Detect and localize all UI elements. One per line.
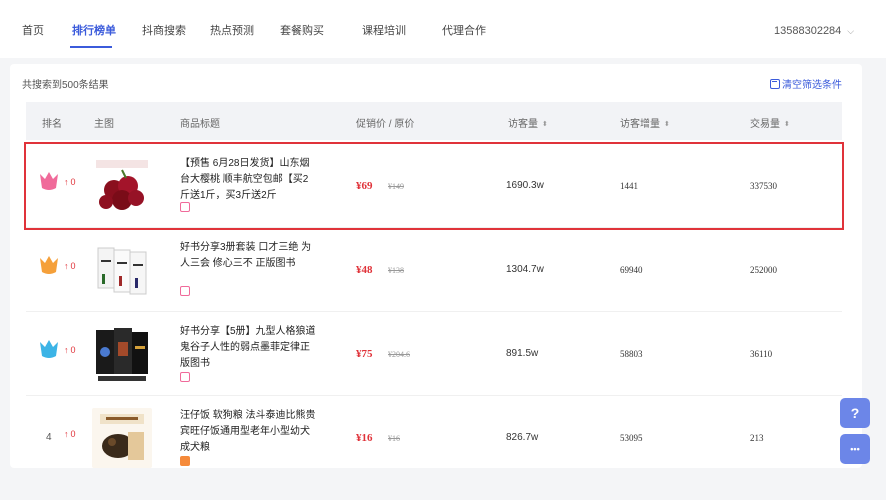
trend-indicator: ↑ 0 bbox=[64, 345, 76, 355]
visit-increase-value: 53095 bbox=[620, 433, 643, 443]
trades-value: 252000 bbox=[750, 265, 777, 275]
header-trades-label: 交易量 bbox=[750, 119, 780, 130]
product-title[interactable]: 【预售 6月28日发货】山东烟台大樱桃 顺丰航空包邮【买2斤送1斤，买3斤送2斤 bbox=[180, 156, 318, 204]
table-row[interactable]: 4 ↑ 0 汪仔饭 软狗粮 法斗泰迪比熊贵宾旺仔饭通用型老年小型幼犬成犬粮 ¥16… bbox=[26, 396, 842, 480]
up-arrow-icon: ↑ bbox=[64, 177, 69, 187]
trend-value: 0 bbox=[70, 177, 76, 187]
chat-icon: ••• bbox=[850, 444, 860, 454]
table-header: 排名 主图 商品标题 促销价 / 原价 访客量 ⬍ 访客增量 ⬍ 交易量 ⬍ bbox=[26, 102, 842, 140]
crown-badge-icon bbox=[40, 340, 58, 358]
sort-icon[interactable]: ⬍ bbox=[664, 120, 670, 128]
promo-price: ¥75 bbox=[356, 348, 373, 360]
product-title[interactable]: 好书分享3册套装 口才三绝 为人三会 修心三不 正版图书 bbox=[180, 240, 318, 272]
help-button[interactable]: ? bbox=[840, 398, 870, 428]
nav-item-agency[interactable]: 代理合作 bbox=[442, 24, 486, 38]
header-visits-label: 访客量 bbox=[508, 119, 538, 130]
trades-value: 337530 bbox=[750, 181, 777, 191]
header-visit-increase-label: 访客增量 bbox=[620, 119, 660, 130]
nav-item-trend-forecast[interactable]: 热点预测 bbox=[210, 24, 254, 38]
header-visits[interactable]: 访客量 ⬍ bbox=[508, 115, 548, 130]
shop-icon bbox=[180, 372, 190, 382]
results-card: 共搜索到500条结果 清空筛选条件 排名 主图 商品标题 促销价 / 原价 访客… bbox=[10, 64, 862, 468]
up-arrow-icon: ↑ bbox=[64, 261, 69, 271]
trades-value: 213 bbox=[750, 433, 764, 443]
nav-item-courses[interactable]: 课程培训 bbox=[362, 24, 406, 38]
nav-item-home[interactable]: 首页 bbox=[22, 24, 44, 38]
nav-item-seller-search[interactable]: 抖商搜索 bbox=[142, 24, 186, 38]
shop-icon bbox=[180, 202, 190, 212]
product-title[interactable]: 汪仔饭 软狗粮 法斗泰迪比熊贵宾旺仔饭通用型老年小型幼犬成犬粮 bbox=[180, 408, 318, 456]
trend-indicator: ↑ 0 bbox=[64, 429, 76, 439]
clear-filter-label: 清空筛选条件 bbox=[782, 80, 842, 91]
visits-value: 1304.7w bbox=[506, 264, 544, 275]
original-price: ¥204.6 bbox=[388, 350, 410, 359]
sort-icon[interactable]: ⬍ bbox=[542, 120, 548, 128]
header-visit-increase[interactable]: 访客增量 ⬍ bbox=[620, 115, 670, 130]
header-price: 促销价 / 原价 bbox=[356, 119, 415, 130]
user-menu[interactable]: 13588302284 ⌵ bbox=[774, 24, 854, 38]
header-trades[interactable]: 交易量 ⬍ bbox=[750, 115, 790, 130]
visit-increase-value: 1441 bbox=[620, 181, 638, 191]
promo-price: ¥69 bbox=[356, 180, 373, 192]
product-thumbnail[interactable] bbox=[92, 156, 152, 216]
visits-value: 826.7w bbox=[506, 432, 539, 443]
trash-icon bbox=[770, 78, 780, 89]
table-row[interactable]: ↑ 0 好书分享3册套装 口才三绝 为人三会 修心三不 正版图书 ¥48 ¥138… bbox=[26, 228, 842, 312]
user-phone: 13588302284 bbox=[774, 25, 842, 37]
header-rank: 排名 bbox=[42, 119, 62, 130]
up-arrow-icon: ↑ bbox=[64, 429, 69, 439]
promo-price: ¥48 bbox=[356, 264, 373, 276]
table-row[interactable]: ↑ 0 【预售 6月28日发货】山东烟台大樱桃 顺丰航空包邮【买2斤送1斤，买3斤… bbox=[24, 142, 844, 230]
product-thumbnail[interactable] bbox=[92, 324, 152, 384]
clear-filter-button[interactable]: 清空筛选条件 bbox=[770, 76, 842, 91]
crown-badge-icon bbox=[40, 256, 58, 274]
original-price: ¥138 bbox=[388, 266, 404, 275]
sort-icon[interactable]: ⬍ bbox=[784, 120, 790, 128]
crown-badge-icon bbox=[40, 172, 58, 190]
header-title: 商品标题 bbox=[180, 119, 220, 130]
trend-indicator: ↑ 0 bbox=[64, 177, 76, 187]
nav-active-indicator bbox=[70, 46, 112, 48]
visit-increase-value: 58803 bbox=[620, 349, 643, 359]
trend-value: 0 bbox=[70, 261, 76, 271]
product-thumbnail[interactable] bbox=[92, 408, 152, 468]
visit-increase-value: 69940 bbox=[620, 265, 643, 275]
header-image: 主图 bbox=[94, 119, 114, 130]
promo-price: ¥16 bbox=[356, 432, 373, 444]
result-count: 共搜索到500条结果 bbox=[22, 80, 109, 91]
up-arrow-icon: ↑ bbox=[64, 345, 69, 355]
shop-icon bbox=[180, 286, 190, 296]
visits-value: 891.5w bbox=[506, 348, 539, 359]
trend-value: 0 bbox=[70, 429, 76, 439]
original-price: ¥149 bbox=[388, 182, 404, 191]
trend-indicator: ↑ 0 bbox=[64, 261, 76, 271]
trend-value: 0 bbox=[70, 345, 76, 355]
trades-value: 36110 bbox=[750, 349, 773, 359]
nav-item-rankings[interactable]: 排行榜单 bbox=[72, 24, 116, 38]
rank-number: 4 bbox=[46, 432, 52, 443]
visits-value: 1690.3w bbox=[506, 180, 544, 191]
product-title[interactable]: 好书分享【5册】九型人格狼道鬼谷子人性的弱点墨菲定律正版图书 bbox=[180, 324, 318, 372]
original-price: ¥16 bbox=[388, 434, 400, 443]
product-thumbnail[interactable] bbox=[92, 240, 152, 300]
chat-button[interactable]: ••• bbox=[840, 434, 870, 464]
question-icon: ? bbox=[850, 405, 860, 421]
table-row[interactable]: ↑ 0 好书分享【5册】九型人格狼道鬼谷子人性的弱点墨菲定律正版图书 ¥75 ¥2… bbox=[26, 312, 842, 396]
top-nav: 首页 排行榜单 抖商搜索 热点预测 套餐购买 课程培训 代理合作 1358830… bbox=[0, 0, 886, 58]
chevron-down-icon: ⌵ bbox=[847, 26, 855, 36]
shop-icon bbox=[180, 456, 190, 466]
nav-item-plans[interactable]: 套餐购买 bbox=[280, 24, 324, 38]
